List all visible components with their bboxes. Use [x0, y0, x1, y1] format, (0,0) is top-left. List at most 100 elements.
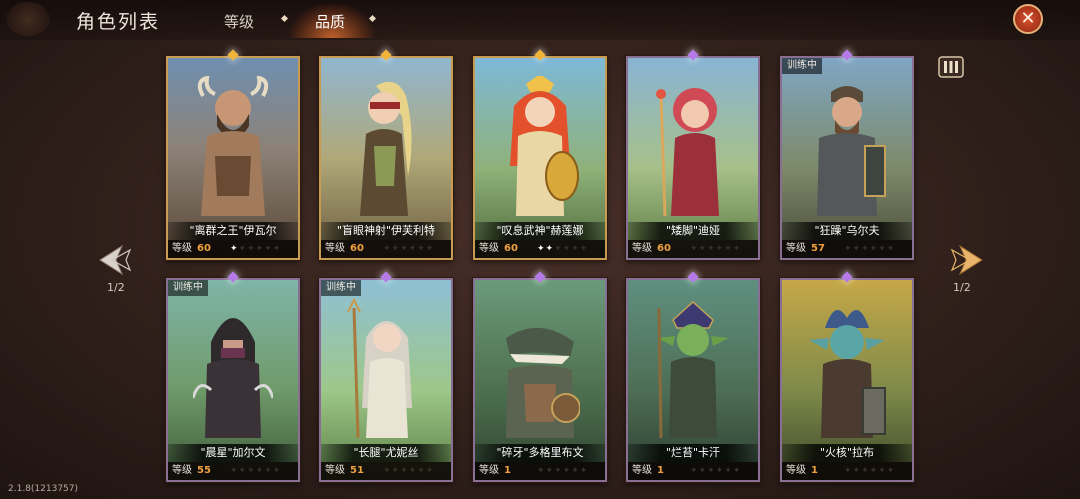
star-icon: ✦	[869, 466, 879, 476]
close-button[interactable]: ✕	[1013, 4, 1043, 34]
hero-level-value: 55	[197, 465, 211, 476]
hero-level-bar: 等级 60 ✦✦✦✦✦✦	[475, 240, 605, 258]
star-icon: ✦	[230, 244, 239, 254]
level-label: 等级	[479, 243, 499, 254]
star-icon: ✦	[732, 244, 742, 254]
level-label: 等级	[325, 243, 345, 254]
assassin-figure-icon	[193, 318, 273, 438]
star-icon: ✦	[724, 244, 733, 254]
level-label: 等级	[325, 465, 345, 476]
star-icon: ✦	[878, 466, 887, 476]
goblin-shaman-figure-icon	[657, 300, 729, 439]
star-icon: ✦	[247, 466, 256, 476]
star-icon: ✦	[238, 466, 248, 476]
hero-level-value: 51	[350, 465, 364, 476]
hero-level-value: 1	[504, 465, 511, 476]
star-icon: ✦	[408, 466, 418, 476]
next-page-arrow-icon[interactable]	[944, 240, 984, 280]
star-icon: ✦	[417, 466, 426, 476]
hero-level-bar: 等级 1 ✦✦✦✦✦✦	[628, 462, 758, 480]
hero-level-value: 57	[811, 243, 825, 254]
star-icon: ✦	[264, 244, 273, 254]
star-rating: ✦✦✦✦✦✦	[230, 240, 281, 258]
star-icon: ✦	[707, 244, 716, 254]
level-label: 等级	[632, 243, 652, 254]
hero-level-value: 1	[811, 465, 818, 476]
star-icon: ✦	[707, 466, 716, 476]
star-icon: ✦	[425, 466, 435, 476]
star-icon: ✦	[255, 244, 265, 254]
tab-quality[interactable]: 品质	[315, 11, 345, 32]
training-badge: 训练中	[321, 280, 361, 296]
hero-card[interactable]: 训练中 "晨星"加尔文 等级 55 ✦✦✦✦✦✦	[166, 278, 300, 482]
hero-card[interactable]: "矮脚"迪娅 等级 60 ✦✦✦✦✦✦	[626, 56, 760, 260]
star-icon: ✦	[715, 466, 725, 476]
star-icon: ✦	[400, 466, 409, 476]
hero-card[interactable]: "叹息武神"赫莲娜 等级 60 ✦✦✦✦✦✦	[473, 56, 607, 260]
hero-name: "离群之王"伊瓦尔	[168, 222, 298, 240]
level-label: 等级	[172, 465, 192, 476]
star-icon: ✦	[844, 244, 853, 254]
hero-card[interactable]: "盲眼神射"伊芙利特 等级 60 ✦✦✦✦✦✦	[319, 56, 453, 260]
dwarf-mage-figure-icon	[656, 88, 719, 217]
star-rating: ✦✦✦✦✦✦	[690, 462, 741, 480]
hero-level-value: 1	[657, 465, 664, 476]
hero-card[interactable]: "离群之王"伊瓦尔 等级 60 ✦✦✦✦✦✦	[166, 56, 300, 260]
star-icon: ✦	[698, 466, 708, 476]
level-label: 等级	[786, 465, 806, 476]
star-icon: ✦	[724, 466, 733, 476]
troll-figure-icon	[809, 310, 886, 438]
star-icon: ✦	[571, 244, 580, 254]
star-icon: ✦	[579, 466, 589, 476]
hero-name: "火核"拉布	[782, 444, 912, 462]
star-icon: ✦	[400, 244, 409, 254]
valkyrie-figure-icon	[510, 76, 579, 216]
page-title: 角色列表	[76, 11, 161, 33]
hero-name: "长腿"尤妮丝	[321, 444, 451, 462]
crocodile-warrior-figure-icon	[506, 327, 580, 438]
star-icon: ✦	[715, 244, 725, 254]
hero-level-value: 60	[504, 243, 518, 254]
hero-card[interactable]: 训练中 "长腿"尤妮丝 等级 51 ✦✦✦✦✦✦	[319, 278, 453, 482]
star-rating: ✦✦✦✦✦✦	[537, 462, 588, 480]
star-icon: ✦	[238, 244, 248, 254]
star-icon: ✦	[886, 466, 896, 476]
star-rating: ✦✦✦✦✦✦	[383, 240, 434, 258]
hero-level-bar: 等级 60 ✦✦✦✦✦✦	[168, 240, 298, 258]
hero-level-value: 60	[657, 243, 671, 254]
hero-level-value: 60	[197, 243, 211, 254]
hero-level-bar: 等级 51 ✦✦✦✦✦✦	[321, 462, 451, 480]
hero-card[interactable]: 训练中 "狂躁"乌尔夫 等级 57 ✦✦✦✦✦✦	[780, 56, 914, 260]
star-icon: ✦	[869, 244, 879, 254]
hero-name: "狂躁"乌尔夫	[782, 222, 912, 240]
hero-name: "矮脚"迪娅	[628, 222, 758, 240]
prev-page-arrow-icon[interactable]	[98, 240, 138, 280]
version-label: 2.1.8(1213757)	[8, 484, 79, 494]
hero-level-bar: 等级 1 ✦✦✦✦✦✦	[782, 462, 912, 480]
level-label: 等级	[632, 465, 652, 476]
hero-name: "晨星"加尔文	[168, 444, 298, 462]
star-icon: ✦	[698, 244, 708, 254]
tab-level[interactable]: 等级	[224, 11, 254, 32]
star-icon: ✦	[383, 244, 392, 254]
hero-card[interactable]: "烂苔"卡汗 等级 1 ✦✦✦✦✦✦	[626, 278, 760, 482]
tab-divider-dot	[280, 14, 289, 23]
page-indicator-left: 1/2	[107, 281, 125, 294]
star-icon: ✦	[690, 244, 699, 254]
star-icon: ✦	[391, 244, 401, 254]
star-icon: ✦	[391, 466, 401, 476]
star-icon: ✦	[844, 466, 853, 476]
level-label: 等级	[786, 243, 806, 254]
star-icon: ✦	[579, 244, 589, 254]
archer-figure-icon	[360, 81, 412, 216]
star-icon: ✦	[425, 244, 435, 254]
hero-card[interactable]: "碎牙"多格里布文 等级 1 ✦✦✦✦✦✦	[473, 278, 607, 482]
grid-view-icon[interactable]	[938, 55, 964, 79]
star-icon: ✦	[571, 466, 580, 476]
training-badge: 训练中	[168, 280, 208, 296]
top-bar: 角色列表 等级 品质 ✕	[0, 0, 1080, 40]
hero-level-bar: 等级 1 ✦✦✦✦✦✦	[475, 462, 605, 480]
star-icon: ✦	[562, 466, 572, 476]
star-icon: ✦	[554, 466, 563, 476]
hero-card[interactable]: "火核"拉布 等级 1 ✦✦✦✦✦✦	[780, 278, 914, 482]
